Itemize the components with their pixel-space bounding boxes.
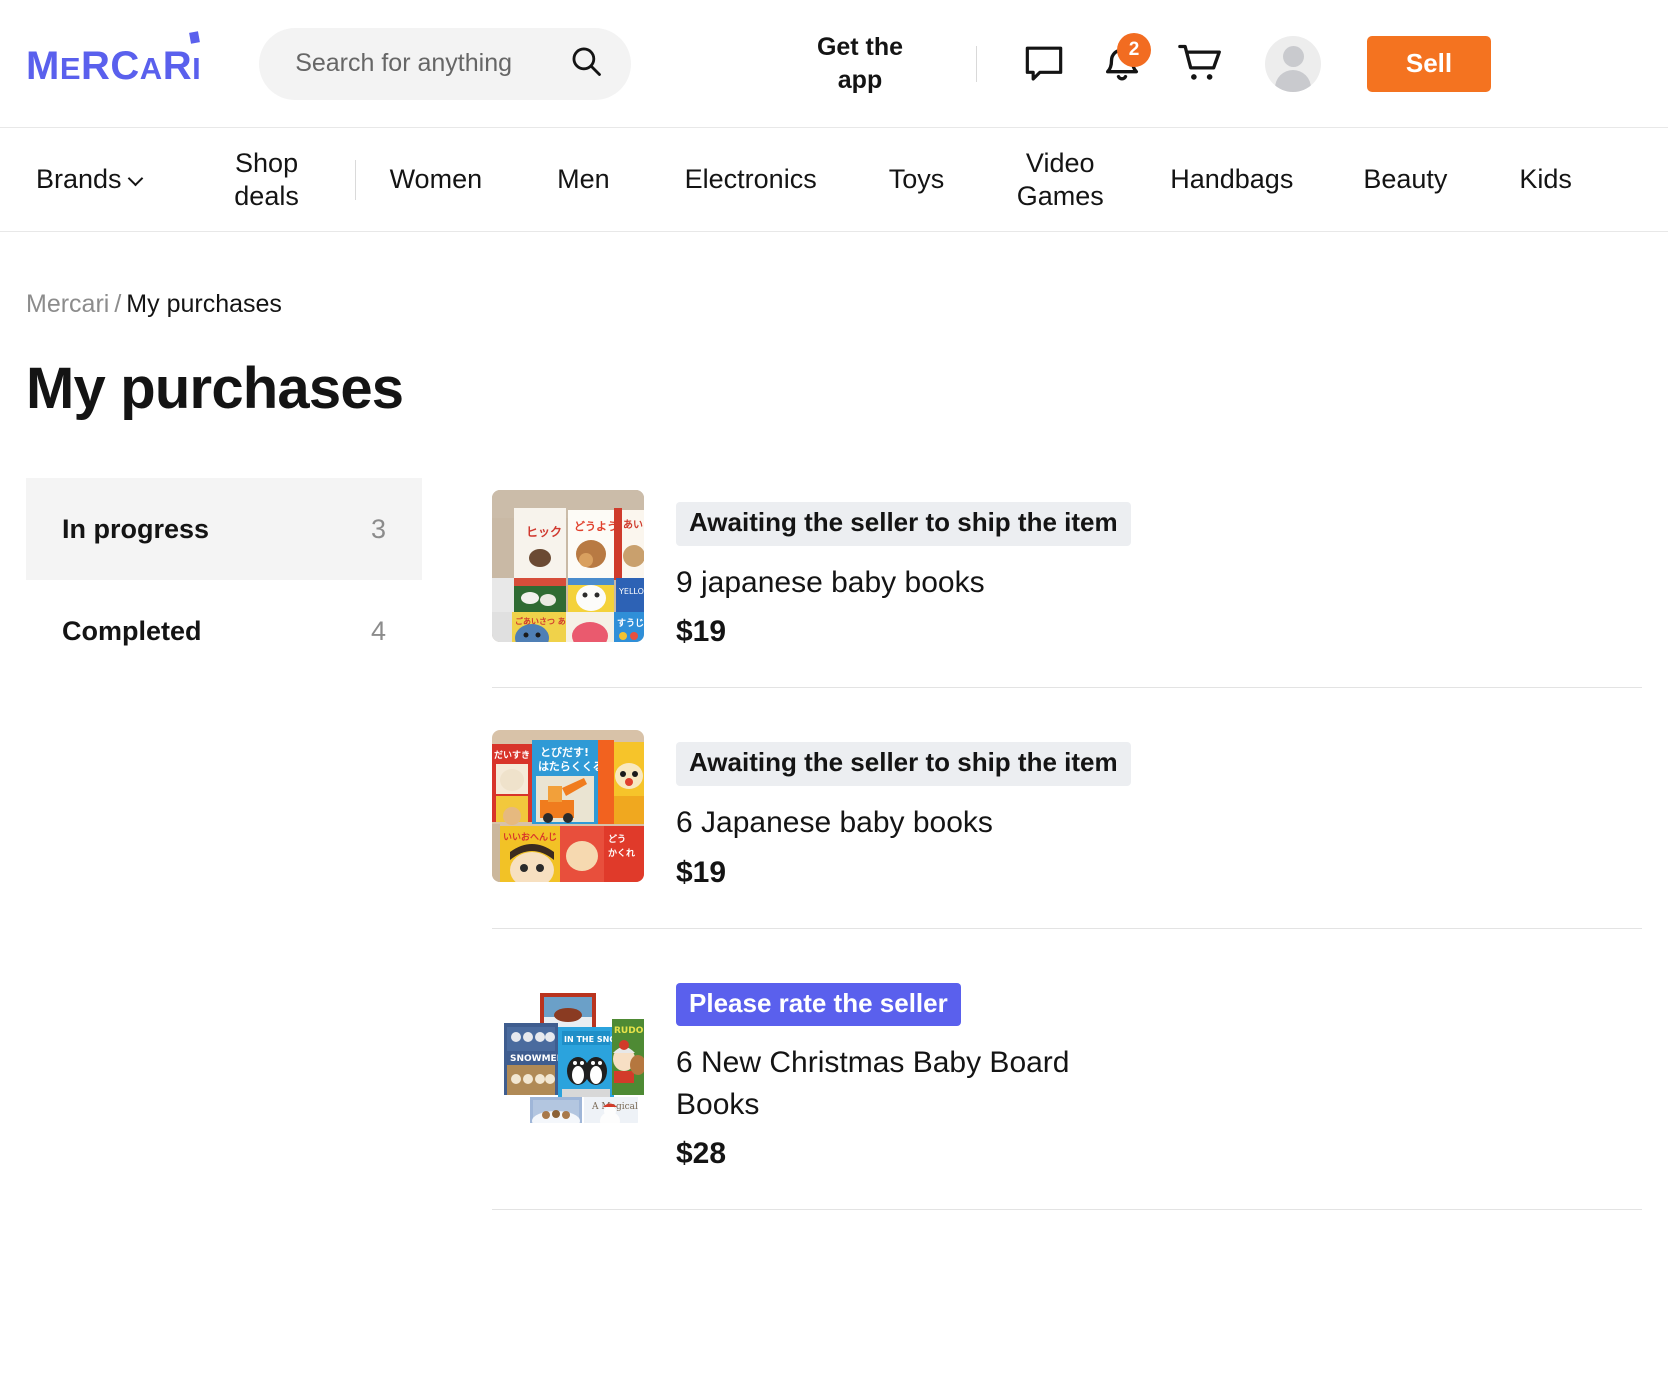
search-icon[interactable] — [569, 44, 603, 83]
sidebar-item-in-progress[interactable]: In progress 3 — [26, 478, 422, 580]
avatar-head-icon — [1282, 45, 1304, 67]
svg-text:SNOWMEN: SNOWMEN — [510, 1054, 564, 1064]
purchase-row[interactable]: だいすき とびだす! はたらくくるま いいおへんじ どう かくれ Awaitin… — [492, 688, 1642, 929]
svg-text:かくれ: かくれ — [608, 848, 635, 859]
search-box[interactable] — [259, 27, 632, 100]
breadcrumb-root[interactable]: Mercari — [26, 290, 109, 318]
svg-text:RUDOLPH: RUDOLPH — [614, 1026, 644, 1036]
notification-badge: 2 — [1117, 32, 1151, 67]
purchases-list: ヒック どうよう あい YELLO ごあいさつ あそび すうじ Awaiting… — [492, 478, 1642, 1211]
notifications-button[interactable]: 2 — [1083, 32, 1161, 94]
svg-text:どうよう: どうよう — [574, 520, 618, 533]
breadcrumb-separator: / — [114, 290, 122, 318]
svg-text:すうじ: すうじ — [617, 618, 644, 629]
page-title: My purchases — [26, 356, 404, 421]
purchase-row[interactable]: ヒック どうよう あい YELLO ごあいさつ あそび すうじ Awaiting… — [492, 478, 1642, 689]
header-divider — [976, 46, 977, 82]
purchase-price: $19 — [676, 615, 727, 649]
svg-text:だいすき: だいすき — [494, 750, 530, 761]
purchases-content: In progress 3 Completed 4 ヒック どうよう あい YE… — [26, 478, 1642, 1211]
header-icon-group: 2 — [1005, 32, 1239, 94]
purchase-title[interactable]: 6 New Christmas Baby Board Books — [676, 1042, 1136, 1125]
mercari-logo[interactable]: MERCARI — [26, 30, 202, 88]
chevron-down-icon — [127, 170, 143, 187]
sell-button[interactable]: Sell — [1367, 35, 1491, 92]
purchase-title[interactable]: 9 japanese baby books — [676, 562, 1131, 603]
nav-item-handbags[interactable]: Handbags — [1170, 163, 1293, 196]
avatar[interactable] — [1265, 35, 1321, 92]
nav-item-women[interactable]: Women — [390, 163, 483, 196]
sidebar-item-completed[interactable]: Completed 4 — [26, 580, 422, 682]
category-nav: Brands Shop deals Women Men Electronics … — [0, 128, 1668, 232]
status-badge: Awaiting the seller to ship the item — [676, 742, 1131, 787]
purchase-info: Please rate the seller 6 New Christmas B… — [676, 971, 1136, 1172]
nav-item-electronics[interactable]: Electronics — [685, 163, 817, 196]
purchase-title[interactable]: 6 Japanese baby books — [676, 802, 1131, 843]
breadcrumb: Mercari / My purchases — [26, 290, 1642, 319]
nav-item-video-games[interactable]: Video Games — [1012, 147, 1108, 213]
purchase-info: Awaiting the seller to ship the item 9 j… — [676, 490, 1131, 649]
site-header: MERCARI Get the app 2 — [0, 0, 1668, 128]
svg-text:ヒック: ヒック — [526, 525, 562, 539]
nav-divider — [354, 159, 356, 200]
nav-item-shop-deals[interactable]: Shop deals — [219, 147, 315, 213]
messages-button[interactable] — [1005, 34, 1083, 94]
purchases-sidebar: In progress 3 Completed 4 — [26, 478, 422, 1210]
search-input[interactable] — [295, 49, 564, 78]
logo-dot-icon — [189, 30, 201, 44]
breadcrumb-current: My purchases — [126, 290, 282, 318]
nav-item-brands-label: Brands — [36, 164, 122, 195]
purchase-price: $28 — [676, 1137, 727, 1171]
sidebar-item-completed-count: 4 — [370, 615, 386, 646]
sidebar-item-completed-label: Completed — [62, 615, 202, 646]
sidebar-item-in-progress-label: In progress — [62, 513, 210, 544]
svg-text:あい: あい — [623, 518, 643, 531]
cart-button[interactable] — [1161, 34, 1239, 94]
purchase-row[interactable]: SNOWMEN IN THE SNOW RUDO A Magical Pleas… — [492, 929, 1642, 1211]
avatar-body-icon — [1275, 69, 1311, 92]
nav-item-toys[interactable]: Toys — [889, 163, 945, 196]
nav-item-men[interactable]: Men — [557, 163, 610, 196]
purchase-info: Awaiting the seller to ship the item 6 J… — [676, 730, 1131, 889]
nav-item-brands[interactable]: Brands — [36, 163, 143, 196]
sidebar-item-in-progress-count: 3 — [370, 513, 386, 544]
nav-item-beauty[interactable]: Beauty — [1363, 163, 1447, 196]
svg-text:どう: どう — [608, 833, 626, 845]
svg-text:とびだす!: とびだす! — [540, 745, 589, 759]
svg-text:YELLOW: YELLOW — [618, 587, 644, 596]
logo-text: MERCARI — [26, 43, 202, 88]
purchase-price: $19 — [676, 855, 727, 889]
status-badge: Awaiting the seller to ship the item — [676, 502, 1131, 546]
nav-item-kids[interactable]: Kids — [1519, 163, 1572, 196]
svg-text:いいおへんじ: いいおへんじ — [503, 832, 557, 843]
page-body: Mercari / My purchases My purchases In pro… — [0, 290, 1668, 1211]
purchase-thumbnail[interactable]: ヒック どうよう あい YELLO ごあいさつ あそび すうじ — [492, 490, 644, 642]
status-badge: Please rate the seller — [676, 982, 961, 1027]
purchase-thumbnail[interactable]: だいすき とびだす! はたらくくるま いいおへんじ どう かくれ — [492, 730, 644, 883]
purchase-thumbnail[interactable]: SNOWMEN IN THE SNOW RUDO A Magical — [492, 970, 644, 1123]
get-the-app-link[interactable]: Get the app — [795, 30, 925, 97]
